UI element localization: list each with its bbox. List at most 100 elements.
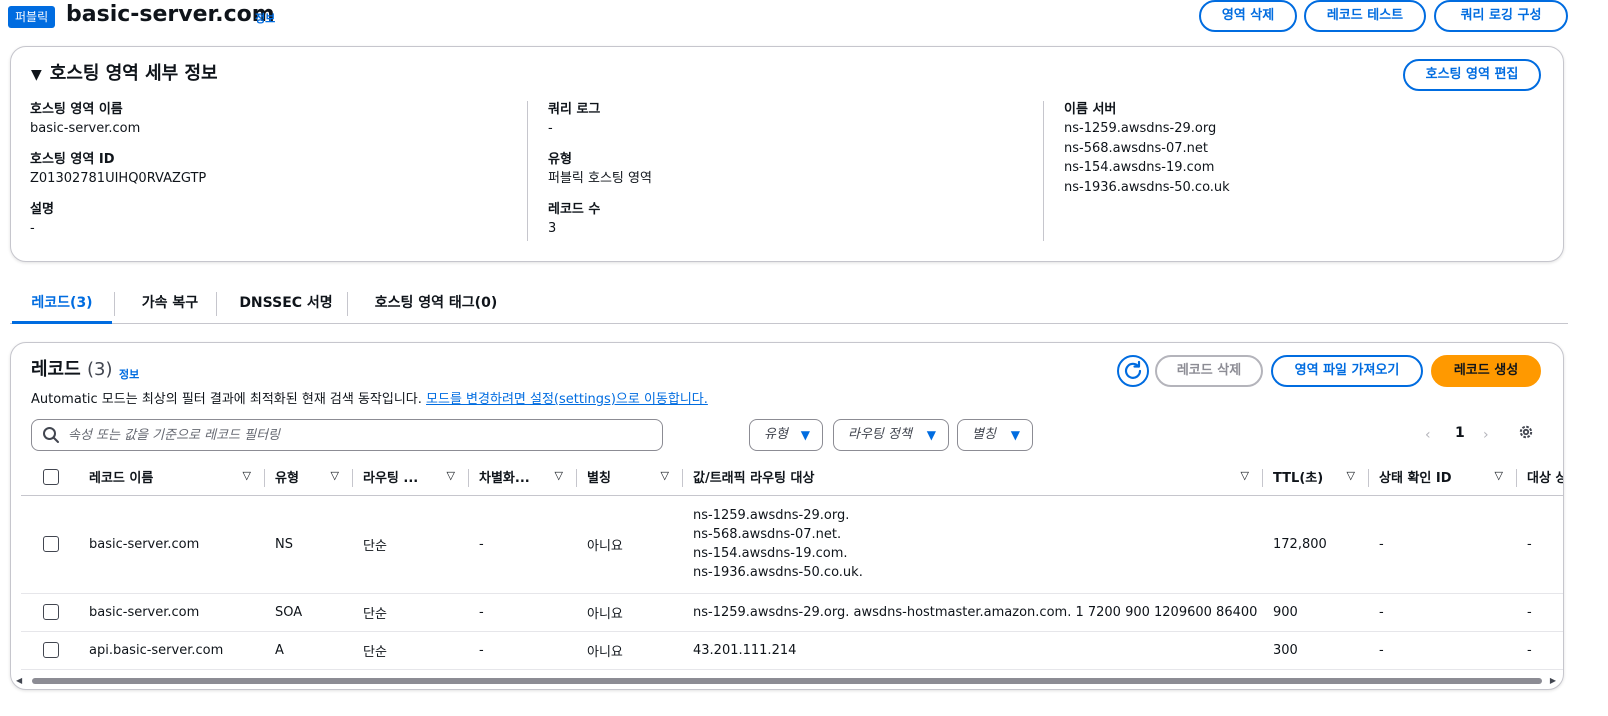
column-header-ttl[interactable]: TTL(초) ▽ bbox=[1263, 459, 1369, 496]
record-filter-search bbox=[31, 419, 663, 451]
search-input[interactable] bbox=[68, 420, 648, 450]
target-cell: - bbox=[1517, 495, 1563, 594]
sort-icon: ▽ bbox=[446, 469, 455, 482]
import-zone-file-button[interactable]: 영역 파일 가져오기 bbox=[1271, 355, 1423, 387]
value-line: ns-568.awsdns-07.net. bbox=[693, 527, 842, 542]
scroll-left-icon[interactable]: ◀ bbox=[16, 676, 22, 686]
record-type-cell: A bbox=[265, 631, 353, 670]
description-value: - bbox=[30, 221, 35, 236]
gear-icon[interactable] bbox=[1517, 423, 1535, 441]
column-header-differentiator[interactable]: 차별화... ▽ bbox=[469, 459, 577, 496]
record-name-cell: basic-server.com bbox=[79, 495, 265, 594]
sort-icon: ▽ bbox=[1494, 469, 1503, 482]
health-check-cell: - bbox=[1369, 631, 1517, 670]
tab-bar: 레코드(3) 가속 복구 DNSSEC 서명 호스팅 영역 태그(0) bbox=[10, 282, 1568, 324]
scroll-right-icon[interactable]: ▶ bbox=[1550, 676, 1556, 686]
query-log-value: - bbox=[548, 121, 553, 136]
horizontal-scrollbar[interactable]: ◀ ▶ bbox=[12, 676, 1560, 686]
search-mode-description: Automatic 모드는 최상의 필터 결과에 최적화된 현재 검색 동작입니… bbox=[31, 390, 708, 410]
tab-records[interactable]: 레코드(3) bbox=[12, 282, 112, 324]
routing-policy-filter-select[interactable]: 라우팅 정책 ▼ bbox=[833, 419, 949, 451]
type-value: 퍼블릭 호스팅 영역 bbox=[548, 171, 652, 186]
value-cell: ns-1259.awsdns-29.org. awsdns-hostmaster… bbox=[683, 593, 1263, 632]
zone-name-value: basic-server.com bbox=[30, 121, 141, 136]
zone-id-label: 호스팅 영역 ID bbox=[30, 152, 115, 167]
column-header-type[interactable]: 유형 ▽ bbox=[265, 459, 353, 496]
delete-record-button[interactable]: 레코드 삭제 bbox=[1155, 355, 1263, 387]
value-line: ns-1259.awsdns-29.org. bbox=[693, 508, 850, 523]
name-server-item: ns-568.awsdns-07.net bbox=[1064, 140, 1208, 156]
column-header-alias[interactable]: 별칭 ▽ bbox=[577, 459, 683, 496]
routing-filter-label: 라우팅 정책 bbox=[848, 427, 912, 442]
record-type-cell: SOA bbox=[265, 593, 353, 632]
configure-query-logging-button[interactable]: 쿼리 로깅 구성 bbox=[1434, 0, 1568, 32]
details-heading[interactable]: ▼ 호스팅 영역 세부 정보 bbox=[31, 61, 218, 88]
current-page[interactable]: 1 bbox=[1455, 425, 1465, 441]
table-header-row: 레코드 이름 ▽ 유형 ▽ 라우팅 ... ▽ 차별화... ▽ 별칭 ▽ 값/트래픽 라… bbox=[21, 459, 1563, 496]
info-link[interactable]: 정보 bbox=[255, 10, 275, 26]
next-page-icon[interactable]: › bbox=[1483, 427, 1489, 443]
scrollbar-thumb[interactable] bbox=[32, 678, 1542, 684]
alias-cell: 아니요 bbox=[577, 495, 683, 594]
page-title: basic-server.com bbox=[66, 2, 275, 27]
column-header-value[interactable]: 값/트래픽 라우팅 대상 ▽ bbox=[683, 459, 1263, 496]
delete-zone-button[interactable]: 영역 삭제 bbox=[1199, 0, 1297, 32]
tab-dnssec-signing[interactable]: DNSSEC 서명 bbox=[224, 282, 348, 324]
zone-id-value: Z01302781UIHQ0RVAZGTP bbox=[30, 171, 207, 186]
differentiator-cell: - bbox=[469, 631, 577, 670]
table-row[interactable]: basic-server.com NS 단순 - 아니요 ns-1259.aws… bbox=[21, 495, 1563, 594]
row-checkbox[interactable] bbox=[43, 604, 59, 620]
refresh-button[interactable] bbox=[1117, 355, 1149, 387]
records-heading: 레코드 (3) bbox=[31, 357, 112, 383]
table-row[interactable]: api.basic-server.com A 단순 - 아니요 43.201.1… bbox=[21, 631, 1563, 670]
test-record-button[interactable]: 레코드 테스트 bbox=[1304, 0, 1426, 32]
health-check-cell: - bbox=[1369, 495, 1517, 594]
tab-divider bbox=[216, 292, 217, 316]
alias-filter-select[interactable]: 별칭 ▼ bbox=[957, 419, 1033, 451]
routing-cell: 단순 bbox=[353, 593, 469, 632]
column-header-routing[interactable]: 라우팅 ... ▽ bbox=[353, 459, 469, 496]
target-cell: - bbox=[1517, 631, 1563, 670]
row-checkbox[interactable] bbox=[43, 642, 59, 658]
type-filter-select[interactable]: 유형 ▼ bbox=[749, 419, 823, 451]
routing-cell: 단순 bbox=[353, 495, 469, 594]
ttl-cell: 300 bbox=[1263, 631, 1369, 670]
alias-cell: 아니요 bbox=[577, 593, 683, 632]
prev-page-icon[interactable]: ‹ bbox=[1425, 427, 1431, 443]
details-title: 호스팅 영역 세부 정보 bbox=[49, 63, 218, 84]
value-line: ns-154.awsdns-19.com. bbox=[693, 546, 848, 561]
records-info-link[interactable]: 정보 bbox=[119, 366, 139, 382]
sort-icon: ▽ bbox=[554, 469, 563, 482]
alias-filter-label: 별칭 bbox=[972, 427, 996, 442]
create-record-button[interactable]: 레코드 생성 bbox=[1431, 355, 1541, 387]
value-cell: ns-1259.awsdns-29.org. ns-568.awsdns-07.… bbox=[683, 495, 1263, 594]
records-title: 레코드 bbox=[31, 359, 81, 380]
record-name-cell: api.basic-server.com bbox=[79, 631, 265, 670]
details-column-3: 이름 서버 ns-1259.awsdns-29.org ns-568.awsdn… bbox=[1064, 101, 1230, 197]
name-server-item: ns-1259.awsdns-29.org bbox=[1064, 121, 1217, 136]
zone-name-label: 호스팅 영역 이름 bbox=[30, 102, 123, 117]
row-checkbox[interactable] bbox=[43, 536, 59, 552]
page-header: 퍼블릭 basic-server.com 정보 영역 삭제 레코드 테스트 쿼리… bbox=[0, 0, 1608, 36]
name-server-item: ns-1936.awsdns-50.co.uk bbox=[1064, 179, 1230, 195]
records-table: 레코드 이름 ▽ 유형 ▽ 라우팅 ... ▽ 차별화... ▽ 별칭 ▽ 값/트래픽 라… bbox=[21, 459, 1563, 670]
edit-hosted-zone-button[interactable]: 호스팅 영역 편집 bbox=[1403, 59, 1541, 91]
column-header-health-check[interactable]: 상태 확인 ID ▽ bbox=[1369, 459, 1517, 496]
settings-link[interactable]: 모드를 변경하려면 설정(settings)으로 이동합니다. bbox=[426, 392, 708, 407]
search-mode-text: Automatic 모드는 최상의 필터 결과에 최적화된 현재 검색 동작입니… bbox=[31, 392, 422, 407]
record-type-cell: NS bbox=[265, 495, 353, 594]
record-count-label: 레코드 수 bbox=[548, 202, 601, 217]
type-label: 유형 bbox=[548, 152, 572, 167]
tab-divider bbox=[114, 292, 115, 316]
table-row[interactable]: basic-server.com SOA 단순 - 아니요 ns-1259.aw… bbox=[21, 593, 1563, 632]
tab-accelerated-recovery[interactable]: 가속 복구 bbox=[122, 282, 218, 324]
search-icon bbox=[43, 427, 59, 443]
select-all-checkbox[interactable] bbox=[43, 468, 59, 485]
column-divider bbox=[527, 101, 528, 241]
column-header-target[interactable]: 대상 상 bbox=[1517, 459, 1563, 496]
tab-hosted-zone-tags[interactable]: 호스팅 영역 태그(0) bbox=[354, 282, 518, 324]
select-all-header bbox=[21, 459, 79, 496]
differentiator-cell: - bbox=[469, 495, 577, 594]
column-header-record-name[interactable]: 레코드 이름 ▽ bbox=[79, 459, 265, 496]
ttl-cell: 172,800 bbox=[1263, 495, 1369, 594]
